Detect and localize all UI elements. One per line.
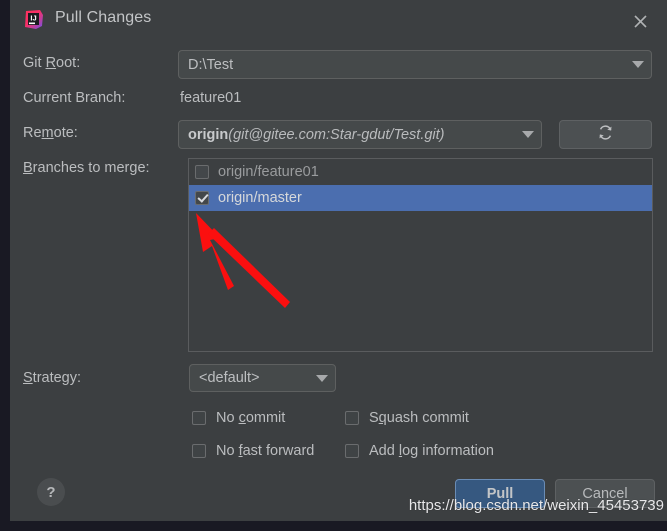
pull-changes-dialog: IJ Pull Changes Git Root: D:\Test Curren… [10,0,667,521]
checkbox-box [192,411,206,425]
refresh-remotes-button[interactable] [559,120,652,149]
checkbox-box [192,444,206,458]
current-branch-label: Current Branch: [23,90,126,106]
list-item[interactable]: origin/feature01 [189,159,652,185]
remote-label: Remote: [23,125,78,141]
screenshot-root: IJ Pull Changes Git Root: D:\Test Curren… [0,0,667,531]
checkbox-box [345,444,359,458]
intellij-idea-icon: IJ [23,9,44,30]
remote-value: origin(git@gitee.com:Star-gdut/Test.git) [188,126,445,143]
list-item[interactable]: origin/master [189,185,652,211]
close-icon[interactable] [623,6,657,36]
no-fast-forward-checkbox[interactable]: No fast forward [192,443,314,459]
strategy-combobox[interactable]: <default> [189,364,336,392]
chevron-down-icon [515,131,541,138]
branches-to-merge-list[interactable]: origin/feature01 origin/master [188,158,653,352]
no-fast-forward-label: No fast forward [216,443,315,459]
list-item-label: origin/feature01 [218,164,319,180]
add-log-information-checkbox[interactable]: Add log information [345,443,494,459]
no-commit-label: No commit [216,410,286,426]
squash-commit-label: Squash commit [369,410,469,426]
add-log-information-label: Add log information [369,443,494,459]
branches-to-merge-label: Branches to merge: [23,160,150,176]
remote-combobox[interactable]: origin(git@gitee.com:Star-gdut/Test.git) [178,120,542,149]
checkbox-box [345,411,359,425]
strategy-label: Strategy: [23,370,82,386]
git-root-combobox[interactable]: D:\Test [178,50,652,79]
chevron-down-icon [309,374,335,382]
help-button[interactable]: ? [37,478,65,506]
git-root-value: D:\Test [188,56,234,73]
dialog-title: Pull Changes [55,9,152,26]
watermark-text: https://blog.csdn.net/weixin_45453739 [408,497,664,514]
current-branch-value: feature01 [180,90,242,106]
squash-commit-checkbox[interactable]: Squash commit [345,410,469,426]
list-item-label: origin/master [218,190,302,206]
svg-text:IJ: IJ [30,14,36,23]
strategy-value: <default> [199,370,260,386]
dialog-titlebar: IJ Pull Changes [10,0,667,40]
no-commit-checkbox[interactable]: No commit [192,410,285,426]
chevron-down-icon [625,61,651,68]
branch-checkbox[interactable] [195,165,209,179]
git-root-label: Git Root: [23,55,81,71]
branch-checkbox[interactable] [195,191,209,205]
refresh-icon [597,124,614,146]
